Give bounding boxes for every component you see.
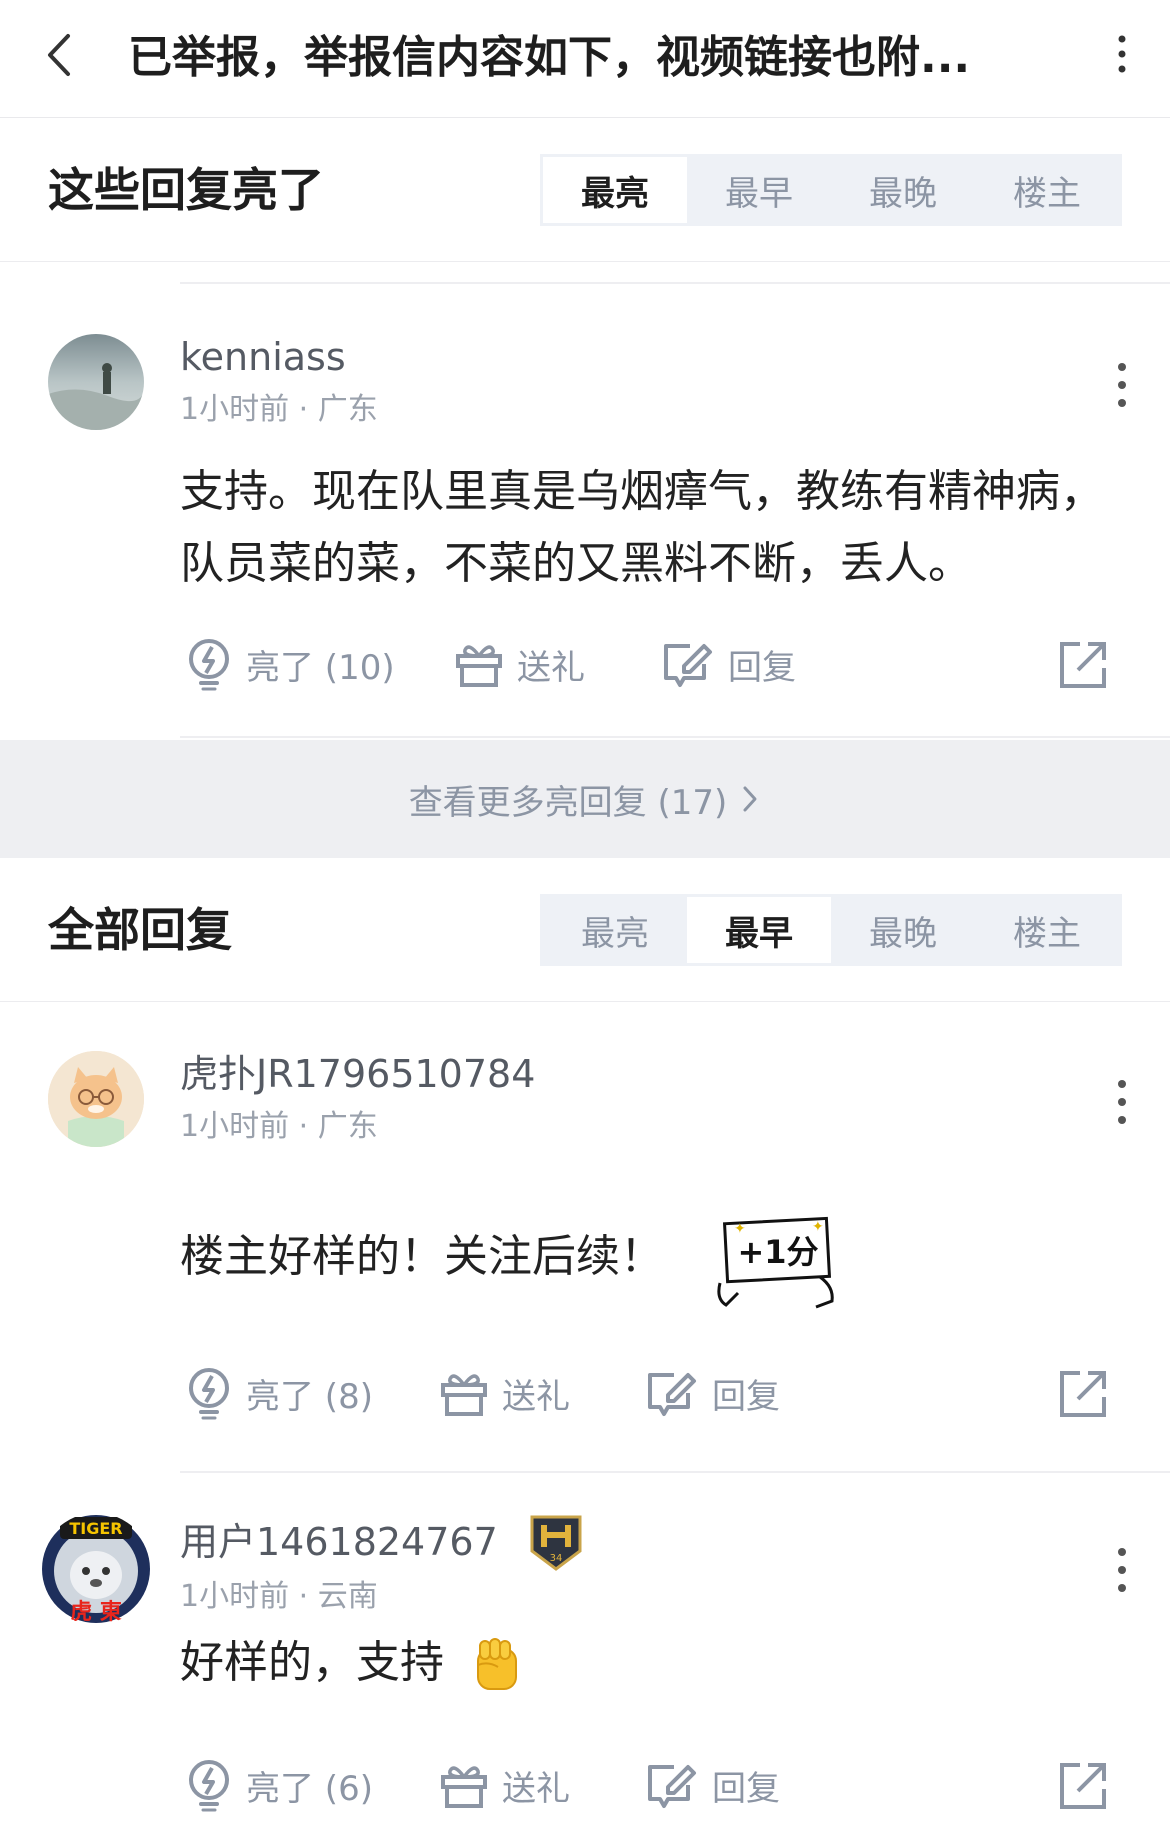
light-button[interactable]: 亮了 (6) [186, 1755, 373, 1815]
avatar[interactable]: TIGER 虎 東 [40, 1513, 152, 1625]
gift-button[interactable]: 送礼 [440, 1363, 570, 1423]
gift-icon [456, 645, 502, 687]
comment-text: 楼主好样的！关注后续！ [180, 1231, 664, 1282]
view-more-bright-replies[interactable]: 查看更多亮回复 (17) [0, 740, 1170, 858]
lightbulb-icon [189, 1760, 229, 1812]
badge-shield-icon: 34 [530, 1515, 582, 1571]
username[interactable]: 虎扑JR1796510784 [180, 1049, 535, 1099]
comment: 虎扑JR1796510784 1小时前 · 广东 楼主好样的！关注后续！ +1分… [0, 1003, 1170, 1471]
gift-label: 送礼 [502, 1376, 570, 1417]
gift-label: 送礼 [502, 1768, 570, 1809]
raised-fist-icon [477, 1638, 517, 1690]
plus-one-sticker: +1分 ✦ ✦ [716, 1213, 840, 1313]
bright-replies-title: 这些回复亮了 [48, 163, 324, 217]
tab-brightest[interactable]: 最亮 [543, 897, 687, 963]
reply-button[interactable]: 回复 [646, 1363, 780, 1423]
chevron-right-icon [743, 786, 757, 812]
gift-icon [441, 1374, 487, 1416]
avatar-image: TIGER 虎 東 [42, 1515, 150, 1625]
back-arrow-icon[interactable] [40, 30, 80, 80]
sticker-text: +1分 [737, 1233, 818, 1271]
tab-earliest[interactable]: 最早 [687, 157, 831, 223]
tab-latest[interactable]: 最晚 [831, 897, 975, 963]
all-sort-tabs: 最亮 最早 最晚 楼主 [540, 894, 1122, 966]
comment-meta: 1小时前 · 广东 [180, 1109, 378, 1144]
comment-more-icon[interactable] [1114, 1079, 1130, 1125]
avatar-image [48, 1051, 144, 1147]
reply-label: 回复 [728, 647, 796, 688]
light-label: 亮了 (10) [246, 647, 395, 688]
sticker-image: +1分 ✦ ✦ [717, 1216, 834, 1309]
avatar-image [48, 334, 144, 430]
view-more-label: 查看更多亮回复 (17) [408, 782, 728, 823]
bright-sort-tabs: 最亮 最早 最晚 楼主 [540, 154, 1122, 226]
all-replies-title: 全部回复 [48, 903, 232, 957]
reply-edit-icon [664, 644, 712, 687]
avatar-chars: 虎 東 [70, 1599, 122, 1625]
comment-text: 好样的，支持 [180, 1637, 444, 1688]
share-icon[interactable] [1058, 1367, 1110, 1419]
lightbulb-icon [189, 639, 229, 691]
tab-op[interactable]: 楼主 [975, 157, 1119, 223]
avatar[interactable] [48, 334, 144, 430]
bright-comment: kenniass 1小时前 · 广东 支持。现在队里真是乌烟瘴气，教练有精神病，… [0, 284, 1170, 738]
comment-more-icon[interactable] [1114, 362, 1130, 408]
badge-number: 34 [550, 1553, 563, 1564]
tab-earliest[interactable]: 最早 [687, 897, 831, 963]
team-badge-icon: 34 [528, 1513, 584, 1571]
light-label: 亮了 (6) [246, 1768, 373, 1809]
reply-button[interactable]: 回复 [646, 1755, 780, 1815]
gift-icon [441, 1766, 487, 1808]
username[interactable]: kenniass [180, 332, 346, 382]
light-button[interactable]: 亮了 (10) [186, 634, 395, 694]
light-label: 亮了 (8) [246, 1376, 373, 1417]
divider [180, 736, 1170, 738]
tab-latest[interactable]: 最晚 [831, 157, 975, 223]
reply-label: 回复 [712, 1768, 780, 1809]
more-options-icon[interactable] [1114, 34, 1130, 74]
svg-text:✦: ✦ [734, 1221, 746, 1237]
thread-title: 已举报，举报信内容如下，视频链接也附... [128, 32, 971, 83]
reply-button[interactable]: 回复 [662, 634, 796, 694]
comment-meta: 1小时前 · 广东 [180, 392, 378, 427]
comment: TIGER 虎 東 用户1461824767 34 1小时前 · 云南 好样的，… [0, 1473, 1170, 1835]
share-icon[interactable] [1058, 638, 1110, 690]
comment-more-icon[interactable] [1114, 1547, 1130, 1593]
lightbulb-icon [189, 1368, 229, 1420]
gift-button[interactable]: 送礼 [455, 634, 585, 694]
share-icon[interactable] [1058, 1759, 1110, 1811]
avatar[interactable] [48, 1051, 144, 1147]
tab-op[interactable]: 楼主 [975, 897, 1119, 963]
svg-text:✦: ✦ [812, 1219, 824, 1235]
comment-meta: 1小时前 · 云南 [180, 1579, 378, 1614]
gift-button[interactable]: 送礼 [440, 1755, 570, 1815]
reply-label: 回复 [712, 1376, 780, 1417]
username[interactable]: 用户1461824767 [180, 1517, 498, 1567]
reply-edit-icon [648, 1373, 696, 1416]
top-bar: 已举报，举报信内容如下，视频链接也附... [0, 0, 1170, 118]
comment-actions: 亮了 (10) 送礼 回复 [180, 634, 1130, 694]
reply-edit-icon [648, 1765, 696, 1808]
light-button[interactable]: 亮了 (8) [186, 1363, 373, 1423]
fist-emoji-icon [468, 1635, 526, 1693]
comment-actions: 亮了 (6) 送礼 回复 [180, 1755, 1130, 1815]
bright-replies-header: 这些回复亮了 最亮 最早 最晚 楼主 [0, 118, 1170, 262]
comment-actions: 亮了 (8) 送礼 回复 [180, 1363, 1130, 1423]
tab-brightest[interactable]: 最亮 [543, 157, 687, 223]
avatar-text: TIGER [69, 1519, 122, 1538]
gift-label: 送礼 [517, 647, 585, 688]
comment-text: 支持。现在队里真是乌烟瘴气，教练有精神病，队员菜的菜，不菜的又黑料不断，丢人。 [180, 466, 1104, 589]
all-replies-header: 全部回复 最亮 最早 最晚 楼主 [0, 858, 1170, 1002]
